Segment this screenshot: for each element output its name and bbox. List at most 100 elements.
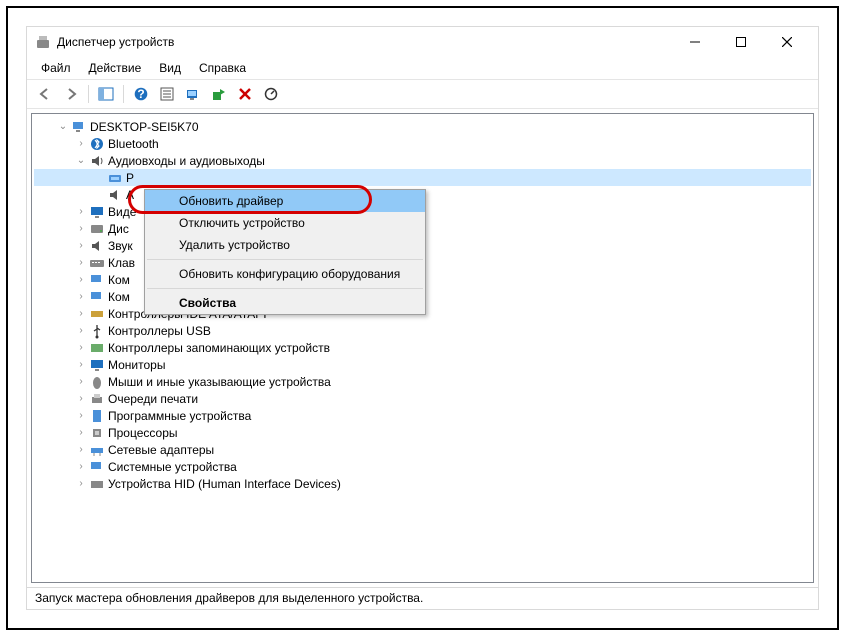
tree-monitors[interactable]: › Мониторы [34,356,811,373]
ctx-properties[interactable]: Свойства [145,292,425,314]
tree-label: Ком [108,273,130,287]
cpu-icon [89,425,105,441]
chevron-right-icon[interactable]: › [74,307,88,321]
tree-print[interactable]: › Очереди печати [34,390,811,407]
tree-cpu[interactable]: › Процессоры [34,424,811,441]
tree-bluetooth[interactable]: › Bluetooth [34,135,811,152]
toolbar-separator [123,85,124,103]
menu-view[interactable]: Вид [151,59,189,77]
tree-hid[interactable]: › Устройства HID (Human Interface Device… [34,475,811,492]
close-button[interactable] [764,27,810,57]
ctx-scan-hardware[interactable]: Обновить конфигурацию оборудования [145,263,425,285]
display-icon [89,204,105,220]
mouse-icon [89,374,105,390]
window-title: Диспетчер устройств [57,35,672,49]
toolbar: ? [27,80,818,109]
tree-label: Аудиовходы и аудиовыходы [108,154,265,168]
tree-label: Очереди печати [108,392,198,406]
speaker-icon [89,238,105,254]
tree-label: Ком [108,290,130,304]
chevron-right-icon[interactable]: › [74,324,88,338]
tree-label: Контроллеры запоминающих устройств [108,341,330,355]
uninstall-button[interactable] [233,83,257,105]
chevron-right-icon[interactable]: › [74,273,88,287]
chevron-down-icon[interactable]: ⌄ [74,154,88,168]
tree-audio[interactable]: ⌄ Аудиовходы и аудиовыходы [34,152,811,169]
titlebar: Диспетчер устройств [27,27,818,57]
chevron-right-icon[interactable]: › [74,477,88,491]
tree-usb[interactable]: › Контроллеры USB [34,322,811,339]
minimize-button[interactable] [672,27,718,57]
disk-icon [89,221,105,237]
chevron-right-icon[interactable]: › [74,341,88,355]
hid-icon [89,476,105,492]
toolbar-separator [88,85,89,103]
svg-text:?: ? [137,87,144,101]
tree-label: Контроллеры USB [108,324,211,338]
tree-root[interactable]: ⌄ DESKTOP-SEI5K70 [34,118,811,135]
tree-net[interactable]: › Сетевые адаптеры [34,441,811,458]
ctx-update-driver[interactable]: Обновить драйвер [145,190,425,212]
tree-label: DESKTOP-SEI5K70 [90,120,199,134]
spacer [92,171,106,185]
ctx-disable-device[interactable]: Отключить устройство [145,212,425,234]
tree-label: Bluetooth [108,137,159,151]
speaker-icon [107,187,123,203]
tree-label: Звук [108,239,133,253]
chevron-right-icon[interactable]: › [74,137,88,151]
ctx-uninstall-device[interactable]: Удалить устройство [145,234,425,256]
ctx-separator [147,288,423,289]
device-icon [107,170,123,186]
chevron-right-icon[interactable]: › [74,290,88,304]
menu-action[interactable]: Действие [81,59,150,77]
speaker-icon [89,153,105,169]
computer-icon [89,272,105,288]
chevron-right-icon[interactable]: › [74,460,88,474]
back-button[interactable] [33,83,57,105]
app-icon [35,34,51,50]
tree-audio-child-selected[interactable]: Р [34,169,811,186]
help-button[interactable]: ? [129,83,153,105]
scan-hardware-button[interactable] [181,83,205,105]
menu-help[interactable]: Справка [191,59,254,77]
tree-label: Системные устройства [108,460,237,474]
chevron-right-icon[interactable]: › [74,239,88,253]
chevron-right-icon[interactable]: › [74,443,88,457]
chevron-down-icon[interactable]: ⌄ [56,120,70,134]
bluetooth-icon [89,136,105,152]
tree-label: А [126,188,134,202]
chevron-right-icon[interactable]: › [74,222,88,236]
maximize-button[interactable] [718,27,764,57]
tree-label: Устройства HID (Human Interface Devices) [108,477,341,491]
software-icon [89,408,105,424]
chevron-right-icon[interactable]: › [74,426,88,440]
menubar: Файл Действие Вид Справка [27,57,818,80]
tree-system[interactable]: › Системные устройства [34,458,811,475]
disable-button[interactable] [259,83,283,105]
tree-label: Клав [108,256,135,270]
tree-software[interactable]: › Программные устройства [34,407,811,424]
show-hide-tree-button[interactable] [94,83,118,105]
computer-icon [71,119,87,135]
network-icon [89,442,105,458]
properties-button[interactable] [155,83,179,105]
update-driver-button[interactable] [207,83,231,105]
tree-label: Сетевые адаптеры [108,443,214,457]
chevron-right-icon[interactable]: › [74,205,88,219]
chevron-right-icon[interactable]: › [74,358,88,372]
monitor-icon [89,357,105,373]
chevron-right-icon[interactable]: › [74,256,88,270]
chevron-right-icon[interactable]: › [74,375,88,389]
system-icon [89,459,105,475]
tree-mouse[interactable]: › Мыши и иные указывающие устройства [34,373,811,390]
controller-icon [89,306,105,322]
ctx-separator [147,259,423,260]
forward-button[interactable] [59,83,83,105]
printer-icon [89,391,105,407]
tree-storage[interactable]: › Контроллеры запоминающих устройств [34,339,811,356]
chevron-right-icon[interactable]: › [74,392,88,406]
status-text: Запуск мастера обновления драйверов для … [35,591,423,605]
device-tree[interactable]: ⌄ DESKTOP-SEI5K70 › Bluetooth ⌄ Аудиовхо… [31,113,814,583]
menu-file[interactable]: Файл [33,59,79,77]
chevron-right-icon[interactable]: › [74,409,88,423]
